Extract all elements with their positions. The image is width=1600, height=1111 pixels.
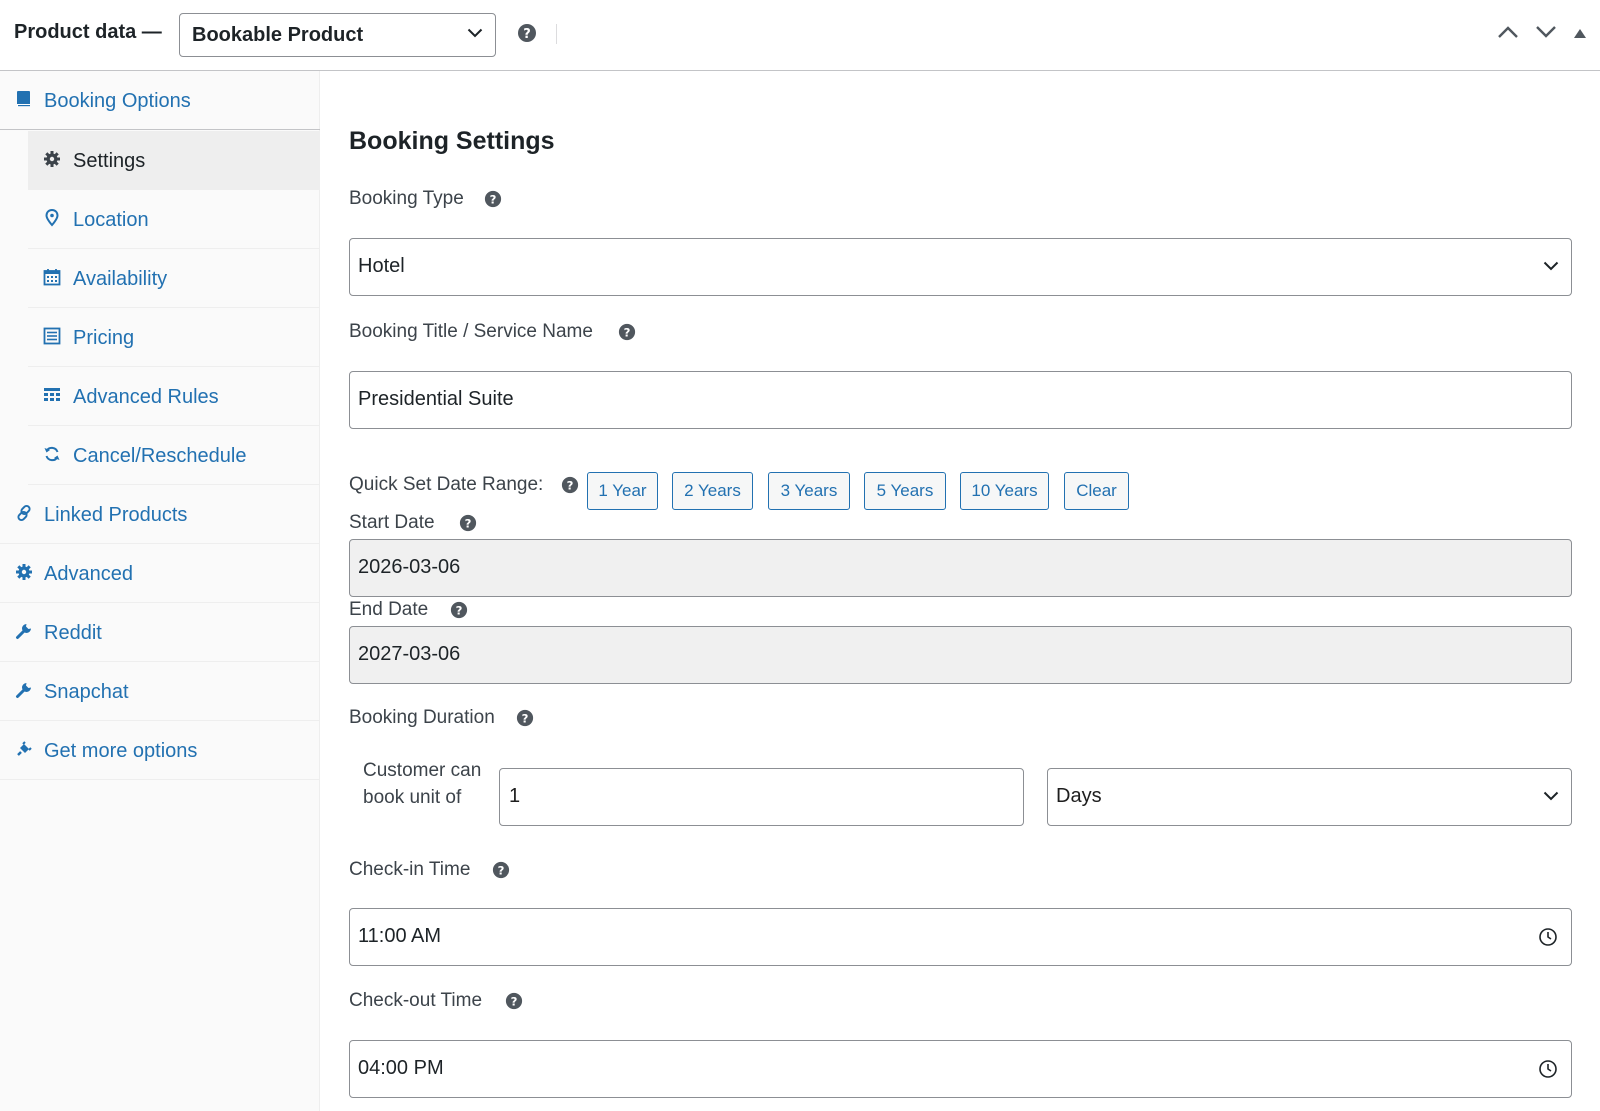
tab-linked-products[interactable]: Linked Products xyxy=(0,485,320,544)
plugin-icon xyxy=(17,741,32,756)
link-icon xyxy=(17,504,31,522)
chevron-down-icon xyxy=(1543,261,1559,271)
start-date-label: Start Date xyxy=(349,512,435,533)
end-date-value: 2027-03-06 xyxy=(358,643,461,665)
end-date-input[interactable]: 2027-03-06 xyxy=(349,626,1572,684)
product-data-tabs: Booking Options Settings Location Availa… xyxy=(0,71,320,1111)
quick-set-1-year-button[interactable]: 1 Year xyxy=(587,472,658,510)
clock-icon[interactable] xyxy=(1538,1059,1558,1079)
calendar-icon xyxy=(43,269,61,286)
gear-icon xyxy=(44,151,60,167)
booking-duration-label: Booking Duration xyxy=(349,707,495,728)
tab-advanced-rules[interactable]: Advanced Rules xyxy=(28,367,320,426)
help-icon[interactable] xyxy=(450,601,468,619)
booking-title-value: Presidential Suite xyxy=(358,388,514,410)
tab-pricing[interactable]: Pricing xyxy=(28,308,320,367)
tab-get-more-options[interactable]: Get more options xyxy=(0,721,320,780)
tab-label: Get more options xyxy=(44,740,198,762)
start-date-input[interactable]: 2026-03-06 xyxy=(349,539,1572,597)
help-icon[interactable] xyxy=(618,323,636,341)
tab-label: Pricing xyxy=(73,327,135,349)
booking-title-input[interactable]: Presidential Suite xyxy=(349,371,1572,429)
wrench-icon xyxy=(16,683,31,698)
section-title: Booking Settings xyxy=(349,127,555,155)
table-icon xyxy=(44,388,60,401)
product-data-header: Product data — Bookable Product xyxy=(0,0,1600,71)
clock-icon[interactable] xyxy=(1538,927,1558,947)
booking-type-label: Booking Type xyxy=(349,188,464,209)
help-icon[interactable] xyxy=(561,476,579,494)
book-icon xyxy=(17,91,30,107)
checkin-time-value: 11:00 AM xyxy=(358,925,442,947)
collapse-toggle-icon[interactable] xyxy=(1573,27,1587,39)
tab-advanced[interactable]: Advanced xyxy=(0,544,320,603)
help-icon[interactable] xyxy=(484,190,502,208)
checkout-time-label: Check-out Time xyxy=(349,990,483,1011)
location-pin-icon xyxy=(45,209,59,227)
tab-cancel-reschedule[interactable]: Cancel/Reschedule xyxy=(28,426,320,485)
product-type-value: Bookable Product xyxy=(192,24,364,46)
checkout-time-input[interactable]: 04:00 PM xyxy=(349,1040,1572,1098)
refresh-icon xyxy=(44,446,60,462)
header-separator xyxy=(556,24,557,44)
start-date-value: 2026-03-06 xyxy=(358,556,461,578)
booking-type-select[interactable]: Hotel xyxy=(349,238,1572,296)
help-icon[interactable] xyxy=(516,709,534,727)
list-icon xyxy=(43,327,61,345)
quick-set-10-years-button[interactable]: 10 Years xyxy=(960,472,1049,510)
duration-unit-select[interactable]: Days xyxy=(1047,768,1572,826)
checkin-time-input[interactable]: 11:00 AM xyxy=(349,908,1572,966)
tab-settings[interactable]: Settings xyxy=(28,131,320,190)
tab-label: Advanced xyxy=(44,563,133,585)
help-icon[interactable] xyxy=(492,861,510,879)
product-type-select[interactable]: Bookable Product xyxy=(179,13,496,57)
quick-set-clear-button[interactable]: Clear xyxy=(1064,472,1129,510)
chevron-down-icon xyxy=(1543,791,1559,801)
tab-availability[interactable]: Availability xyxy=(28,249,320,308)
help-icon[interactable] xyxy=(517,23,537,43)
tab-label: Reddit xyxy=(44,622,102,644)
tab-label: Availability xyxy=(73,268,168,290)
tab-label: Snapchat xyxy=(44,681,129,703)
header-title: Product data — xyxy=(14,21,162,43)
duration-value: 1 xyxy=(509,785,521,807)
tab-booking-options[interactable]: Booking Options xyxy=(0,71,320,130)
tab-label: Linked Products xyxy=(44,504,188,526)
duration-value-input[interactable]: 1 xyxy=(499,768,1024,826)
wrench-icon xyxy=(16,624,31,639)
duration-unit-label: Customer can book unit of xyxy=(363,760,482,808)
gear-icon xyxy=(16,564,32,580)
tab-reddit[interactable]: Reddit xyxy=(0,603,320,662)
tab-location[interactable]: Location xyxy=(28,190,320,249)
chevron-down-icon xyxy=(467,28,483,38)
tab-label: Advanced Rules xyxy=(73,386,219,408)
checkin-time-label: Check-in Time xyxy=(349,859,471,880)
checkout-time-value: 04:00 PM xyxy=(358,1057,444,1079)
tab-snapchat[interactable]: Snapchat xyxy=(0,662,320,721)
help-icon[interactable] xyxy=(459,514,477,532)
move-up-icon[interactable] xyxy=(1497,24,1519,40)
move-down-icon[interactable] xyxy=(1535,24,1557,40)
tab-label: Cancel/Reschedule xyxy=(73,445,247,467)
tab-label: Booking Options xyxy=(44,90,191,112)
quick-set-3-years-button[interactable]: 3 Years xyxy=(768,472,850,510)
quick-set-2-years-button[interactable]: 2 Years xyxy=(672,472,753,510)
quick-set-5-years-button[interactable]: 5 Years xyxy=(864,472,946,510)
end-date-label: End Date xyxy=(349,599,429,620)
quick-set-label: Quick Set Date Range: xyxy=(349,474,544,495)
booking-type-value: Hotel xyxy=(358,255,405,277)
booking-title-label: Booking Title / Service Name xyxy=(349,321,593,342)
tab-label: Settings xyxy=(73,150,146,172)
tab-label: Location xyxy=(73,209,149,231)
duration-unit-value: Days xyxy=(1056,785,1102,807)
help-icon[interactable] xyxy=(505,992,523,1010)
